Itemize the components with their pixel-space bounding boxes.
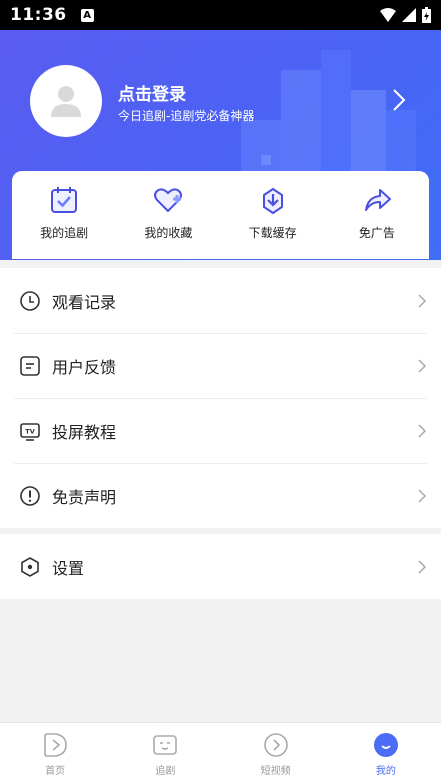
tab-label: 短视频 [260,766,291,777]
menu-item-feedback[interactable]: 用户反馈 [0,333,441,398]
quick-action-my-dramas[interactable]: 我的追剧 [12,171,116,259]
quick-action-downloads[interactable]: 下载缓存 [221,171,325,259]
menu-item-label: 观看记录 [52,292,117,312]
battery-icon [422,7,431,23]
quick-action-no-ads[interactable]: 免广告 [325,171,429,259]
tab-home[interactable]: 首页 [0,723,110,784]
chevron-right-icon [418,358,427,373]
clock-icon [20,290,40,311]
quick-action-label: 下载缓存 [248,226,297,240]
tab-label: 首页 [45,766,66,777]
tab-dramas[interactable]: 追剧 [110,723,220,784]
wifi-icon [380,8,396,22]
menu-item-label: 设置 [52,558,85,578]
status-bar: 11:36 A [0,0,441,30]
play-icon [44,733,67,757]
menu-item-cast-tutorial[interactable]: TV 投屏教程 [0,398,441,463]
heart-plus-icon [154,188,183,213]
menu-item-watch-history[interactable]: 观看记录 [0,268,441,333]
chevron-circle-icon [263,733,288,757]
quick-actions: 我的追剧 我的收藏 下载缓存 免广告 [12,171,429,259]
status-time: 11:36 [10,5,67,25]
chevron-right-icon [418,293,427,308]
login-title[interactable]: 点击登录 [118,80,186,105]
svg-text:TV: TV [25,427,34,435]
tv-face-icon [153,735,178,755]
smile-icon [373,733,398,757]
hexagon-settings-icon [21,556,39,577]
user-placeholder-icon [51,86,81,117]
tab-mine[interactable]: 我的 [331,723,441,784]
login-subtitle: 今日追剧-追剧党必备神器 [118,109,255,123]
tv-icon: TV [20,422,40,441]
signal-icon [402,8,416,22]
notification-badge: A [80,8,94,22]
quick-action-label: 我的追剧 [40,226,89,240]
quick-action-label: 免广告 [358,226,395,240]
menu-list: 观看记录 用户反馈 TV 投屏教程 免责声明 [0,268,441,528]
chevron-right-icon [418,488,427,503]
tab-label: 追剧 [155,766,176,777]
menu-item-disclaimer[interactable]: 免责声明 [0,463,441,528]
tab-short-video[interactable]: 短视频 [221,723,331,784]
feedback-icon [20,355,40,376]
settings-group: 设置 [0,534,441,599]
menu-item-settings[interactable]: 设置 [0,534,441,599]
download-icon [262,187,283,215]
quick-action-label: 我的收藏 [144,226,193,240]
menu-item-label: 用户反馈 [52,357,117,377]
exclamation-icon [20,485,40,506]
chevron-right-icon[interactable] [392,88,406,112]
quick-action-favorites[interactable]: 我的收藏 [116,171,220,259]
avatar[interactable] [30,65,102,137]
calendar-check-icon [51,187,78,213]
bottom-tab-bar: 首页 追剧 短视频 我的 [0,722,441,784]
chevron-right-icon [418,559,427,574]
share-arrow-icon [364,189,391,211]
menu-item-label: 投屏教程 [52,422,117,442]
chevron-right-icon [418,423,427,438]
tab-label: 我的 [375,766,396,777]
menu-item-label: 免责声明 [52,487,117,507]
